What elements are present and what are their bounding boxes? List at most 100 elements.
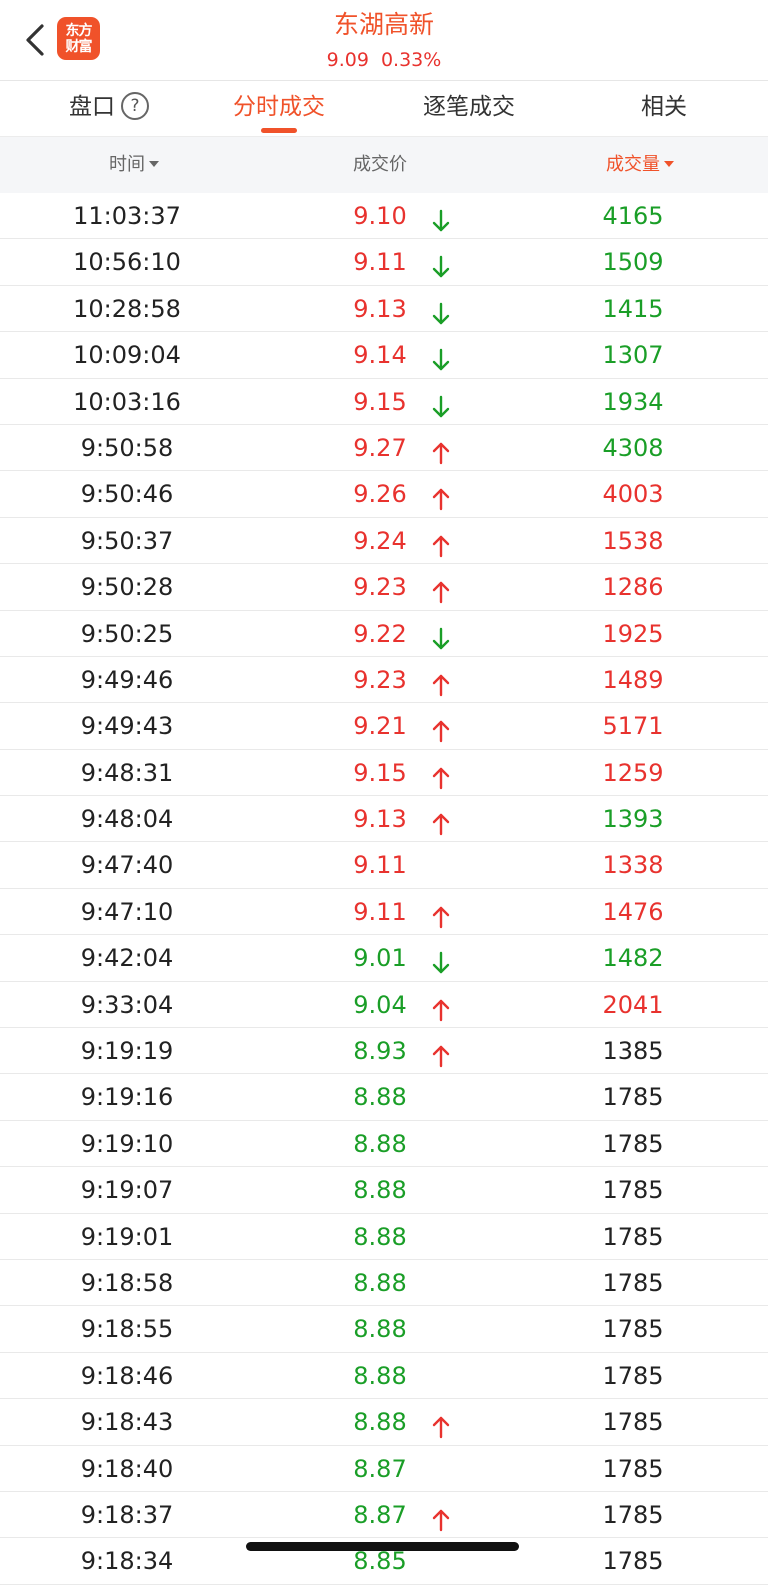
trade-price: 9.14: [353, 341, 407, 370]
trade-price: 9.11: [353, 851, 407, 880]
trade-price: 9.23: [353, 573, 407, 602]
arrow-up-icon: [427, 435, 455, 465]
table-row: 9:19:01 8.88 1785: [0, 1214, 768, 1260]
table-row: 10:28:58 9.13 1415: [0, 286, 768, 333]
column-volume-sort[interactable]: 成交量: [560, 137, 720, 193]
trade-price: 8.88: [353, 1083, 407, 1112]
trade-price: 9.22: [353, 619, 407, 648]
table-row: 9:42:04 9.01 1482: [0, 935, 768, 982]
trade-price: 8.93: [353, 1037, 407, 1066]
trade-time: 9:49:46: [80, 665, 174, 694]
table-row: 9:48:04 9.13 1393: [0, 796, 768, 843]
trade-time: 9:18:34: [80, 1547, 174, 1576]
trade-price: 8.87: [353, 1454, 407, 1483]
arrow-down-icon: [427, 203, 455, 232]
table-row: 9:50:28 9.23 1286: [0, 564, 768, 611]
trade-price: 9.11: [353, 897, 407, 926]
trade-time: 9:18:43: [80, 1408, 174, 1437]
trade-time: 9:49:43: [80, 712, 174, 741]
arrow-up-icon: [427, 760, 455, 789]
arrow-up-icon: [427, 992, 455, 1021]
tab-time-sales[interactable]: 分时成交: [233, 81, 325, 136]
table-row: 9:50:58 9.27 4308: [0, 425, 768, 472]
tab-tick-trades-label: 逐笔成交: [423, 94, 515, 120]
table-row: 9:19:19 8.93 1385: [0, 1028, 768, 1075]
trade-time: 9:19:19: [80, 1037, 174, 1066]
table-row: 9:49:43 9.21 5171: [0, 703, 768, 750]
home-indicator: [246, 1542, 519, 1551]
trade-time: 11:03:37: [73, 202, 181, 230]
trade-price: 9.04: [353, 990, 407, 1019]
table-row: 11:03:37 9.10 4165: [0, 193, 768, 240]
trade-volume: 1785: [602, 1500, 664, 1529]
caret-down-icon: [149, 161, 159, 167]
trade-price: 9.01: [353, 944, 407, 973]
table-row: 9:50:37 9.24 1538: [0, 518, 768, 565]
trade-volume: 1509: [602, 248, 664, 277]
trade-price: 8.88: [353, 1129, 407, 1158]
tab-tick-trades[interactable]: 逐笔成交: [423, 81, 515, 136]
tab-bar: 盘口? 分时成交 逐笔成交 相关: [0, 81, 768, 137]
trade-volume: 1259: [602, 758, 664, 787]
trade-volume: 1785: [602, 1454, 664, 1483]
trade-price: 9.23: [353, 665, 407, 694]
table-row: 9:50:46 9.26 4003: [0, 471, 768, 518]
trade-time: 9:47:10: [80, 897, 174, 926]
trade-time: 10:09:04: [73, 341, 181, 370]
trade-time: 9:18:40: [80, 1454, 174, 1483]
trade-time: 9:19:10: [80, 1129, 174, 1158]
table-row: 9:19:16 8.88 1785: [0, 1074, 768, 1121]
table-row: 9:33:04 9.04 2041: [0, 982, 768, 1029]
trade-volume: 5171: [602, 712, 664, 741]
arrow-down-icon: [427, 342, 455, 371]
trade-volume: 1934: [602, 387, 664, 416]
trade-volume: 1286: [602, 573, 664, 602]
arrow-up-icon: [427, 574, 455, 604]
trade-time: 9:18:37: [80, 1500, 174, 1529]
trade-price: 8.88: [353, 1222, 407, 1251]
table-row: 9:18:58 8.88 1785: [0, 1260, 768, 1307]
tab-related-label: 相关: [641, 94, 687, 120]
trade-price: 9.13: [353, 294, 407, 323]
trade-time: 9:48:04: [80, 805, 174, 834]
trade-price: 8.88: [353, 1176, 407, 1205]
table-header: 时间 成交价 成交量: [0, 137, 768, 193]
trade-volume: 1785: [602, 1361, 664, 1390]
trade-price: 8.88: [353, 1361, 407, 1390]
arrow-up-icon: [427, 667, 455, 697]
trade-volume: 1785: [602, 1408, 664, 1437]
trade-volume: 1785: [602, 1268, 664, 1297]
trade-volume: 1785: [602, 1547, 664, 1576]
column-time-sort[interactable]: 时间: [54, 137, 214, 193]
trade-time: 9:18:46: [80, 1361, 174, 1390]
tab-time-sales-label: 分时成交: [233, 94, 325, 120]
trade-list[interactable]: 11:03:37 9.10 4165 10:56:10 9.11 1509 10:28:58…: [0, 193, 768, 1585]
trade-time: 9:19:16: [80, 1083, 174, 1112]
trade-volume: 1538: [602, 526, 664, 555]
trade-time: 9:18:55: [80, 1315, 174, 1344]
tab-order-book-label: 盘口: [69, 94, 115, 120]
trade-price: 9.15: [353, 758, 407, 787]
trade-price: 9.27: [353, 433, 407, 462]
stock-change-pct: 0.33%: [380, 49, 442, 71]
trade-volume: 4308: [602, 433, 664, 462]
arrow-up-icon: [427, 1038, 455, 1068]
stock-name: 东湖高新: [333, 10, 434, 39]
trade-time: 10:56:10: [73, 248, 181, 277]
arrow-down-icon: [427, 945, 455, 974]
trade-volume: 1307: [602, 341, 664, 370]
table-row: 9:18:46 8.88 1785: [0, 1353, 768, 1400]
tab-order-book[interactable]: 盘口?: [69, 81, 149, 136]
arrow-up-icon: [427, 481, 455, 511]
trade-volume: 2041: [602, 990, 664, 1019]
stock-quote: 9.09 0.33%: [0, 46, 768, 74]
trade-time: 10:03:16: [73, 387, 181, 416]
trade-volume: 1785: [602, 1315, 664, 1344]
help-icon[interactable]: ?: [121, 92, 149, 120]
trade-volume: 4003: [602, 480, 664, 509]
trade-price: 8.87: [353, 1500, 407, 1529]
table-row: 9:49:46 9.23 1489: [0, 657, 768, 704]
table-row: 9:48:31 9.15 1259: [0, 750, 768, 797]
arrow-up-icon: [427, 806, 455, 836]
tab-related[interactable]: 相关: [641, 81, 687, 136]
